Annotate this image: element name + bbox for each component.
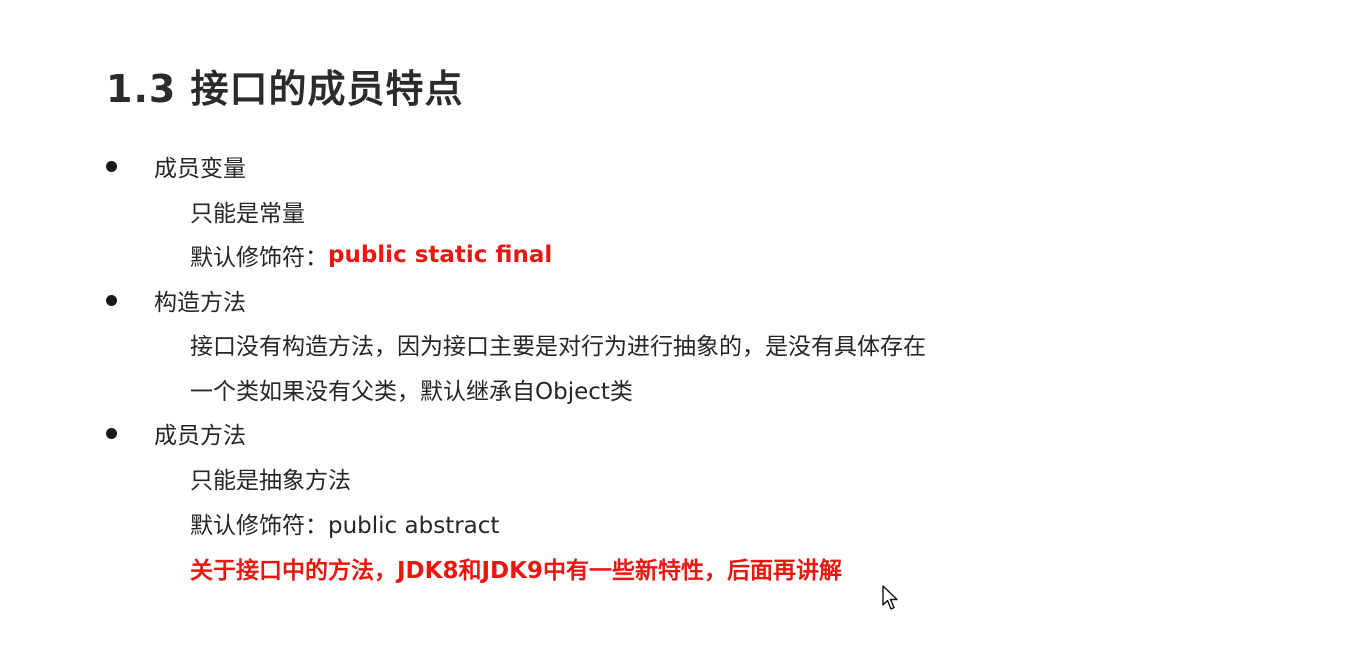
bullet-dot-icon: [106, 160, 117, 172]
slide: 1.3 接口的成员特点 成员变量 只能是常量 默认修饰符： public sta…: [0, 0, 1350, 672]
note-highlight: 关于接口中的方法，JDK8和JDK9中有一些新特性，后面再讲解: [190, 558, 842, 584]
sub-line: 默认修饰符： public static final: [190, 239, 552, 271]
modifier-label: 默认修饰符：: [190, 245, 328, 271]
sub-line: 一个类如果没有父类，默认继承自Object类: [190, 373, 633, 405]
arrow-pointer-icon: [882, 585, 898, 610]
bullet-heading: 成员方法: [154, 423, 246, 449]
sub-line-text: 接口没有构造方法，因为接口主要是对行为进行抽象的，是没有具体存在: [190, 334, 926, 360]
sub-line-text: 只能是常量: [190, 201, 305, 227]
slide-title: 1.3 接口的成员特点: [106, 67, 464, 111]
bullet-heading: 构造方法: [154, 290, 246, 316]
bullet-member-methods: 成员方法: [106, 417, 246, 449]
sub-line: 默认修饰符：public abstract: [190, 507, 499, 539]
bullet-heading: 成员变量: [154, 156, 246, 182]
sub-line-text: 一个类如果没有父类，默认继承自Object类: [190, 379, 633, 405]
modifier-highlight: public static final: [328, 242, 553, 268]
sub-line-text: 默认修饰符：public abstract: [190, 513, 500, 539]
bullet-dot-icon: [106, 427, 117, 439]
sub-line: 关于接口中的方法，JDK8和JDK9中有一些新特性，后面再讲解: [190, 552, 842, 584]
sub-line: 只能是常量: [190, 195, 305, 227]
sub-line: 只能是抽象方法: [190, 462, 351, 494]
bullet-constructor: 构造方法: [106, 284, 246, 316]
sub-line-text: 只能是抽象方法: [190, 468, 351, 494]
bullet-dot-icon: [106, 294, 117, 306]
sub-line: 接口没有构造方法，因为接口主要是对行为进行抽象的，是没有具体存在: [190, 328, 926, 360]
bullet-member-variables: 成员变量: [106, 150, 246, 182]
